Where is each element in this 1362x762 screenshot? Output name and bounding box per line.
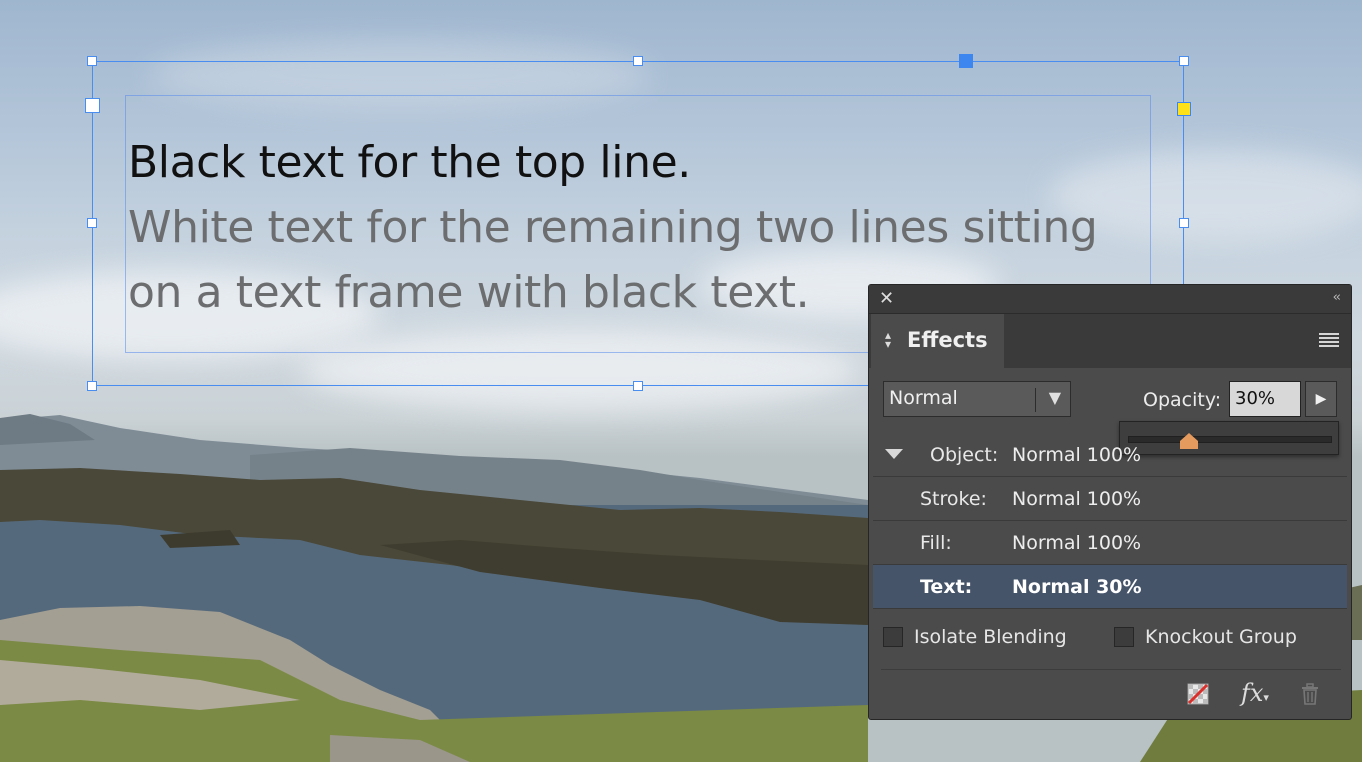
tab-collapse-arrows-icon[interactable]: ▴ ▾ xyxy=(885,329,891,350)
frame-handle-middle-left[interactable] xyxy=(87,218,97,228)
frame-handle-top-left[interactable] xyxy=(87,56,97,66)
blend-mode-select[interactable]: Normal ▼ xyxy=(883,381,1071,417)
row-fill-value: Normal 100% xyxy=(1012,532,1142,554)
panel-menu-icon[interactable] xyxy=(1319,333,1339,349)
fx-icon[interactable]: fx▾ xyxy=(1241,679,1269,707)
checkbox-row: Isolate Blending Knockout Group xyxy=(883,625,1343,657)
knockout-group-checkbox[interactable] xyxy=(1114,627,1134,647)
effects-footer: fx▾ xyxy=(869,677,1353,717)
corner-options-handle[interactable] xyxy=(1177,102,1191,116)
effects-target-list: Object: Normal 100% Stroke: Normal 100% … xyxy=(873,433,1347,609)
frame-handle-top-right[interactable] xyxy=(1179,56,1189,66)
opacity-field[interactable] xyxy=(1229,381,1301,417)
row-fill[interactable]: Fill: Normal 100% xyxy=(873,521,1347,565)
in-port-handle[interactable] xyxy=(85,98,100,113)
isolate-blending-checkbox[interactable] xyxy=(883,627,903,647)
frame-handle-bottom-left[interactable] xyxy=(87,381,97,391)
row-object-label: Object: xyxy=(930,444,999,466)
row-fill-label: Fill: xyxy=(920,532,952,554)
frame-handle-middle-right[interactable] xyxy=(1179,218,1189,228)
row-stroke[interactable]: Stroke: Normal 100% xyxy=(873,477,1347,521)
frame-handle-bottom-center[interactable] xyxy=(633,381,643,391)
chevron-down-icon: ▼ xyxy=(1048,388,1061,407)
frame-handle-top-center[interactable] xyxy=(633,56,643,66)
tab-effects-label: Effects xyxy=(907,328,988,352)
panel-divider xyxy=(881,669,1341,670)
blend-mode-value: Normal xyxy=(889,387,958,409)
row-object[interactable]: Object: Normal 100% xyxy=(873,433,1347,477)
story-line-white-1: White text for the remaining two lines s… xyxy=(128,202,1098,253)
effects-panel: ✕ ‹‹ ▴▾ Effects Normal ▼ Opacity: ▶ Obje… xyxy=(868,284,1352,720)
trash-icon[interactable] xyxy=(1299,682,1321,706)
row-text-value: Normal 30% xyxy=(1012,576,1142,598)
panel-tab-row: ▴ ▾ Effects xyxy=(869,314,1351,368)
knockout-group-label[interactable]: Knockout Group xyxy=(1145,626,1297,648)
row-text-label: Text: xyxy=(920,576,973,598)
opacity-input[interactable] xyxy=(1230,382,1295,409)
row-stroke-value: Normal 100% xyxy=(1012,488,1142,510)
story-line-black: Black text for the top line. xyxy=(128,137,691,188)
row-stroke-label: Stroke: xyxy=(920,488,987,510)
close-icon[interactable]: ✕ xyxy=(879,289,894,309)
clear-effects-icon[interactable] xyxy=(1187,683,1209,705)
panel-titlebar[interactable]: ✕ ‹‹ xyxy=(869,285,1351,314)
collapse-icon[interactable]: ‹‹ xyxy=(1333,290,1342,305)
opacity-label: Opacity: xyxy=(1143,389,1222,411)
disclosure-triangle-icon[interactable] xyxy=(885,449,903,459)
row-text[interactable]: Text: Normal 30% xyxy=(873,565,1347,609)
frame-handle-top-blue[interactable] xyxy=(959,54,973,68)
select-separator xyxy=(1035,388,1036,412)
tab-effects[interactable]: ▴ ▾ Effects xyxy=(871,314,1004,368)
row-object-value: Normal 100% xyxy=(1012,444,1142,466)
opacity-slider-toggle[interactable]: ▶ xyxy=(1305,381,1337,417)
isolate-blending-label[interactable]: Isolate Blending xyxy=(914,626,1067,648)
